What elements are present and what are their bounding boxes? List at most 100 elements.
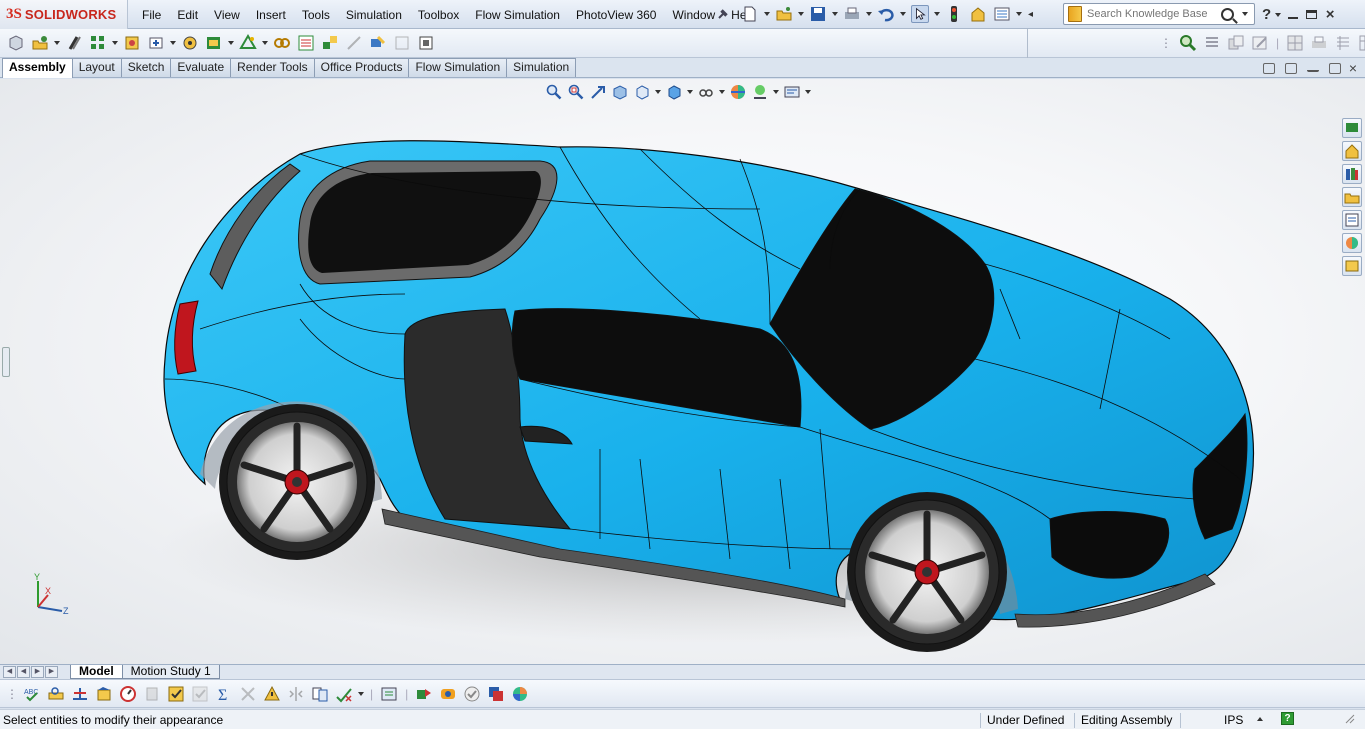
appearance-icon[interactable] <box>511 685 529 703</box>
menu-simulation[interactable]: Simulation <box>338 8 410 22</box>
symmetry-check-icon[interactable] <box>287 685 305 703</box>
menu-tools[interactable]: Tools <box>294 8 338 22</box>
tab-evaluate[interactable]: Evaluate <box>170 58 232 77</box>
options-icon[interactable] <box>993 5 1011 23</box>
exploded-view-icon[interactable] <box>321 34 339 52</box>
menu-insert[interactable]: Insert <box>248 8 294 22</box>
tab-render-tools[interactable]: Render Tools <box>230 58 315 77</box>
next-tab-icon[interactable]: ▶ <box>31 666 44 678</box>
solidworks-logo[interactable]: 3S SOLIDWORKS <box>0 0 128 29</box>
chevron-down-icon[interactable] <box>798 12 804 16</box>
design-library-icon[interactable] <box>1342 164 1362 184</box>
status-units[interactable]: IPS <box>1218 713 1243 728</box>
edit-sheet-icon[interactable] <box>1251 34 1269 52</box>
close-icon[interactable]: × <box>1323 7 1337 22</box>
home-icon[interactable] <box>1342 141 1362 161</box>
explode-line-sketch-icon[interactable] <box>345 34 363 52</box>
save-icon[interactable] <box>809 5 827 23</box>
macro-icon[interactable] <box>380 685 398 703</box>
assembly-features-icon[interactable] <box>205 34 223 52</box>
menu-photoview-360[interactable]: PhotoView 360 <box>568 8 665 22</box>
list-icon[interactable] <box>1203 34 1221 52</box>
interference-detection-icon[interactable] <box>369 34 387 52</box>
menu-window[interactable]: Window <box>664 8 723 22</box>
grid-icon[interactable] <box>1286 34 1304 52</box>
zoom-icon[interactable] <box>1179 34 1197 52</box>
view-palette-icon[interactable] <box>1342 210 1362 230</box>
restore-icon[interactable] <box>1328 63 1341 74</box>
check-icon[interactable] <box>167 685 185 703</box>
bill-of-materials-icon[interactable] <box>297 34 315 52</box>
resize-grip-icon[interactable] <box>1345 714 1355 724</box>
edit-component-icon[interactable] <box>7 34 25 52</box>
insert-components-icon[interactable] <box>31 34 49 52</box>
clearance-verification-icon[interactable] <box>393 34 411 52</box>
compare-documents-icon[interactable] <box>311 685 329 703</box>
chevron-down-icon[interactable] <box>228 41 234 45</box>
search-icon[interactable] <box>1221 7 1234 21</box>
tab-assembly[interactable]: Assembly <box>2 58 73 78</box>
car-model[interactable] <box>0 79 1365 664</box>
undo-icon[interactable] <box>877 5 895 23</box>
tile-icon[interactable] <box>1262 63 1275 74</box>
chevron-down-icon[interactable] <box>900 12 906 16</box>
sensor-icon[interactable] <box>119 685 137 703</box>
move-component-icon[interactable] <box>147 34 165 52</box>
last-tab-icon[interactable]: ▶ <box>45 666 58 678</box>
zoom-to-fit-icon[interactable] <box>546 84 562 100</box>
chevron-down-icon[interactable] <box>54 41 60 45</box>
measure-icon[interactable] <box>47 685 65 703</box>
menu-file[interactable]: File <box>134 8 169 22</box>
chevron-down-icon[interactable] <box>866 12 872 16</box>
tab-office-products[interactable]: Office Products <box>313 58 410 77</box>
section-properties-icon[interactable] <box>95 685 113 703</box>
menu-toolbox[interactable]: Toolbox <box>410 8 467 22</box>
smart-fasteners-icon[interactable] <box>123 34 141 52</box>
table-icon[interactable] <box>1334 34 1352 52</box>
show-hidden-components-icon[interactable] <box>181 34 199 52</box>
close-icon[interactable]: × <box>1349 61 1357 75</box>
chevron-down-icon[interactable] <box>1242 12 1248 16</box>
menu-view[interactable]: View <box>206 8 248 22</box>
design-check-icon[interactable] <box>463 685 481 703</box>
simulation-xpress-icon[interactable] <box>439 685 457 703</box>
new-motion-study-icon[interactable] <box>273 34 291 52</box>
chevron-down-icon[interactable] <box>358 692 364 696</box>
cascade-icon[interactable] <box>1284 63 1297 74</box>
reference-geometry-icon[interactable] <box>239 34 257 52</box>
quick-tips-icon[interactable]: ? <box>1281 712 1294 725</box>
chevron-down-icon[interactable] <box>112 41 118 45</box>
previous-view-icon[interactable] <box>590 84 606 100</box>
chevron-down-icon[interactable] <box>1016 12 1022 16</box>
graphics-area[interactable]: Y X Z <box>0 79 1365 664</box>
display-style-icon[interactable] <box>666 84 682 100</box>
help-icon[interactable]: ? <box>1262 6 1271 23</box>
appearances-scenes-icon[interactable] <box>1342 233 1362 253</box>
minimize-icon[interactable] <box>1306 63 1319 72</box>
section-view-icon[interactable] <box>612 84 628 100</box>
select-arrow-icon[interactable] <box>911 5 929 23</box>
table-alt-icon[interactable] <box>1358 34 1365 52</box>
first-tab-icon[interactable]: ◀ <box>3 666 16 678</box>
hide-show-items-icon[interactable] <box>698 84 714 100</box>
tab-model[interactable]: Model <box>70 665 123 679</box>
tab-sketch[interactable]: Sketch <box>120 58 172 77</box>
warning-icon[interactable] <box>263 685 281 703</box>
new-document-icon[interactable] <box>741 5 759 23</box>
file-explorer-icon[interactable] <box>1342 187 1362 207</box>
tab-motion-study-1[interactable]: Motion Study 1 <box>121 665 220 679</box>
mate-icon[interactable] <box>65 34 83 52</box>
chevron-down-icon[interactable] <box>687 90 693 94</box>
pin-icon[interactable] <box>716 7 730 21</box>
check-sketch-icon[interactable] <box>335 685 353 703</box>
zoom-to-area-icon[interactable] <box>568 84 584 100</box>
print-icon[interactable] <box>843 5 861 23</box>
statistics-icon[interactable] <box>143 685 161 703</box>
mass-properties-icon[interactable] <box>71 685 89 703</box>
feature-manager-flyout-handle[interactable] <box>2 347 10 377</box>
equations-icon[interactable]: Σ <box>215 685 233 703</box>
restore-icon[interactable] <box>1306 10 1318 19</box>
rebuild-traffic-light-icon[interactable] <box>945 5 963 23</box>
apply-scene-icon[interactable] <box>752 84 768 100</box>
tolerance-icon[interactable] <box>239 685 257 703</box>
